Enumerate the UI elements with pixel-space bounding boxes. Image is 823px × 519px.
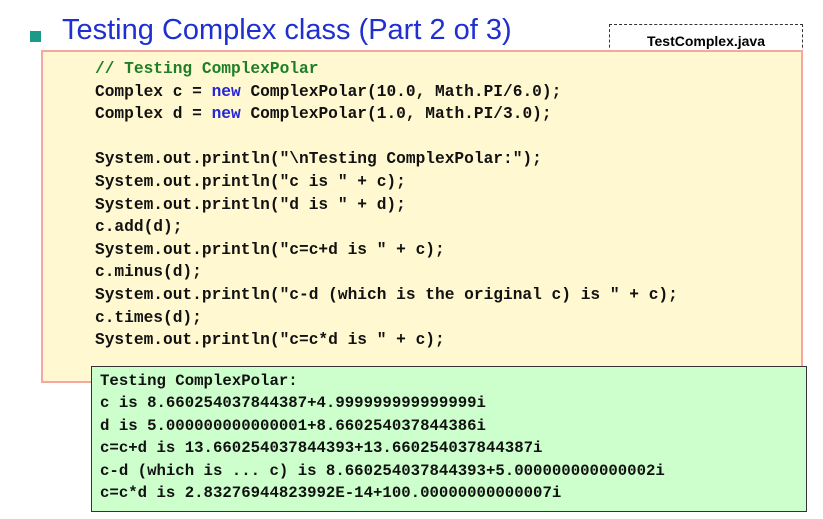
code-line: Complex d = new ComplexPolar(1.0, Math.P… <box>95 105 552 124</box>
bullet-square <box>30 31 41 42</box>
code-line: System.out.println("\nTesting ComplexPol… <box>95 150 542 169</box>
output-line: c=c*d is 2.83276944823992E-14+100.000000… <box>100 483 562 502</box>
output-line: c is 8.660254037844387+4.999999999999999… <box>100 394 486 413</box>
code-line: System.out.println("c-d (which is the or… <box>95 285 678 304</box>
output-line: Testing ComplexPolar: <box>100 372 298 390</box>
keyword-new: new <box>211 82 241 101</box>
code-line: System.out.println("c=c*d is " + c); <box>95 331 445 350</box>
output-line: c=c+d is 13.660254037844393+13.660254037… <box>100 439 543 458</box>
code-block: // Testing ComplexPolar Complex c = new C… <box>95 58 678 352</box>
code-line: Complex c = new ComplexPolar(10.0, Math.… <box>95 82 562 101</box>
output-line: d is 5.000000000000001+8.660254037844386… <box>100 416 486 435</box>
code-line: // Testing ComplexPolar <box>95 58 678 81</box>
code-line: c.minus(d); <box>95 263 202 282</box>
code-line: c.times(d); <box>95 308 202 327</box>
code-line: c.add(d); <box>95 218 183 237</box>
output-block: Testing ComplexPolar: c is 8.660254037844… <box>100 370 665 504</box>
code-line: System.out.println("c=c+d is " + c); <box>95 240 445 259</box>
code-comment: // Testing ComplexPolar <box>95 60 319 78</box>
slide-title: Testing Complex class (Part 2 of 3) <box>62 14 512 46</box>
code-line: System.out.println("c is " + c); <box>95 172 406 191</box>
output-line: c-d (which is ... c) is 8.66025403784439… <box>100 461 665 480</box>
code-line: System.out.println("d is " + d); <box>95 195 406 214</box>
keyword-new: new <box>211 105 241 124</box>
